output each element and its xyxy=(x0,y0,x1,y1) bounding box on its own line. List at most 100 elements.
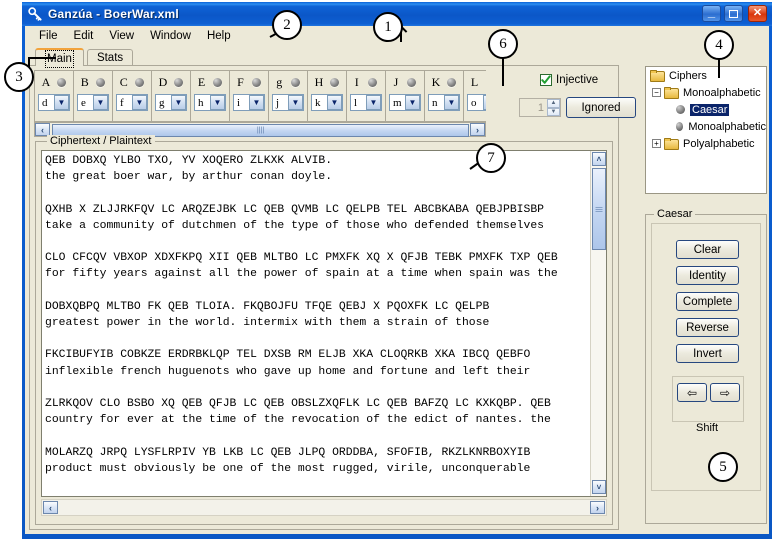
callout-number-4: 4 xyxy=(704,30,734,60)
alphabet-header-I: I xyxy=(347,71,385,93)
alphabet-select-H[interactable]: k ▼ xyxy=(311,94,343,111)
alphabet-select-B[interactable]: e ▼ xyxy=(77,94,109,111)
chevron-down-icon[interactable]: ▼ xyxy=(171,95,186,110)
alphabet-select-C[interactable]: f ▼ xyxy=(116,94,148,111)
shift-left-button[interactable]: ⇦ xyxy=(677,383,707,402)
tree-node-monoalphabetic-folder[interactable]: − Monoalphabetic xyxy=(646,84,766,101)
checkmark-icon xyxy=(541,75,551,84)
injective-option[interactable]: Injective xyxy=(540,74,598,86)
alphabet-letter: I xyxy=(354,74,359,89)
menu-item-view[interactable]: View xyxy=(101,28,142,44)
alphabet-header-F: F xyxy=(230,71,268,93)
ignored-count-stepper[interactable]: 1 ▲ ▼ xyxy=(519,98,561,117)
alphabet-select-value: e xyxy=(81,96,86,109)
chevron-down-icon[interactable]: ▼ xyxy=(327,95,342,110)
alphabet-select-J[interactable]: m ▼ xyxy=(389,94,421,111)
alphabet-header-D: D xyxy=(152,71,190,93)
status-strip xyxy=(28,528,772,532)
menu-item-edit[interactable]: Edit xyxy=(66,28,102,44)
ciphertext-content: QEB DOBXQ YLBO TXO, YV XOQERO ZLKXK ALVI… xyxy=(45,155,558,475)
identity-button[interactable]: Identity xyxy=(676,266,739,285)
minimize-button[interactable]: _ xyxy=(702,5,721,22)
clear-button[interactable]: Clear xyxy=(676,240,739,259)
alphabet-select-K[interactable]: n ▼ xyxy=(428,94,460,111)
ciphertext-textarea[interactable]: QEB DOBXQ YLBO TXO, YV XOQERO ZLKXK ALVI… xyxy=(41,150,607,497)
text-scroll-left-button[interactable]: ‹ xyxy=(43,501,58,514)
stepper-up-icon[interactable]: ▲ xyxy=(547,99,560,108)
tree-node-caesar[interactable]: Caesar xyxy=(646,101,766,118)
alphabet-select-A[interactable]: d ▼ xyxy=(38,94,70,111)
vertical-scroll-thumb[interactable]: ||| xyxy=(592,168,606,250)
complete-button[interactable]: Complete xyxy=(676,292,739,311)
alphabet-letter: C xyxy=(119,74,128,89)
alphabet-select-D[interactable]: g ▼ xyxy=(155,94,187,111)
alphabet-letter: J xyxy=(393,74,399,89)
menu-item-help[interactable]: Help xyxy=(199,28,239,44)
invert-button[interactable]: Invert xyxy=(676,344,739,363)
alphabet-letter: K xyxy=(431,74,441,89)
chevron-down-icon[interactable]: ▼ xyxy=(210,95,225,110)
ignored-count-value: 1 xyxy=(537,101,544,114)
alphabet-header-J: J xyxy=(386,71,424,93)
tab-stats[interactable]: Stats xyxy=(86,49,134,66)
collapse-expander-icon[interactable]: − xyxy=(652,88,661,97)
expand-expander-icon[interactable]: + xyxy=(652,139,661,148)
injective-checkbox[interactable] xyxy=(540,74,552,86)
chevron-down-icon[interactable]: ▼ xyxy=(132,95,147,110)
alphabet-column-J: Jm ▼ xyxy=(385,70,425,122)
chevron-down-icon[interactable]: ▼ xyxy=(54,95,69,110)
left-pane: Main Stats Ad ▼ Be ▼ Cf ▼ Dg ▼ Eh ▼ Fi ▼ g j ▼ Hk ▼ Il ▼ Jm… xyxy=(29,48,636,530)
close-button[interactable]: ✕ xyxy=(748,5,767,22)
cipher-tree[interactable]: Ciphers − Monoalphabetic Caesar Monoalph… xyxy=(645,66,767,194)
chevron-down-icon[interactable]: ▼ xyxy=(366,95,381,110)
ciphertext-group: Ciphertext / Plaintext QEB DOBXQ YLBO TX… xyxy=(35,135,613,525)
chevron-down-icon[interactable]: ▼ xyxy=(93,95,108,110)
menu-item-file[interactable]: File xyxy=(31,28,66,44)
window-title: Ganzúa - BoerWar.xml xyxy=(48,7,179,21)
alphabet-select-E[interactable]: h ▼ xyxy=(194,94,226,111)
ignored-button[interactable]: Ignored xyxy=(566,97,636,118)
tree-node-polyalphabetic[interactable]: + Polyalphabetic xyxy=(646,135,766,152)
chevron-down-icon[interactable]: ▼ xyxy=(483,95,486,110)
shift-right-button[interactable]: ⇨ xyxy=(710,383,740,402)
tree-node-ciphers[interactable]: Ciphers xyxy=(646,67,766,84)
stepper-down-icon[interactable]: ▼ xyxy=(547,107,560,116)
scroll-up-button[interactable]: ˄ xyxy=(592,152,606,166)
alphabet-select-F[interactable]: i ▼ xyxy=(233,94,265,111)
caesar-buttons-container: Clear Identity Complete Reverse Invert ⇦… xyxy=(651,223,761,491)
scroll-down-button[interactable]: ˅ xyxy=(592,480,606,494)
tree-label-monoalphabetic: Monoalphabetic xyxy=(688,120,766,133)
alphabet-select-g[interactable]: j ▼ xyxy=(272,94,304,111)
alphabet-select-L[interactable]: o▼ xyxy=(467,94,486,111)
ciphertext-group-legend: Ciphertext / Plaintext xyxy=(47,135,155,147)
app-icon xyxy=(27,6,43,22)
alphabet-select-value: k xyxy=(315,96,321,109)
maximize-button[interactable] xyxy=(724,5,743,22)
tree-node-monoalphabetic[interactable]: Monoalphabetic xyxy=(646,118,766,135)
stepper-buttons[interactable]: ▲ ▼ xyxy=(547,99,560,116)
menu-item-window[interactable]: Window xyxy=(142,28,199,44)
text-vertical-scrollbar[interactable]: ˄ ||| ˅ xyxy=(590,151,606,496)
chevron-down-icon[interactable]: ▼ xyxy=(288,95,303,110)
chevron-down-icon[interactable]: ▼ xyxy=(444,95,459,110)
frequency-orb-icon xyxy=(135,77,145,87)
frequency-orb-icon xyxy=(57,77,67,87)
chevron-down-icon[interactable]: ▼ xyxy=(249,95,264,110)
application-window: Ganzúa - BoerWar.xml _ ✕ File Edit View … xyxy=(22,2,772,539)
alphabet-column-H: Hk ▼ xyxy=(307,70,347,122)
text-horizontal-scrollbar[interactable]: ‹ › xyxy=(41,499,607,516)
reverse-button[interactable]: Reverse xyxy=(676,318,739,337)
chevron-down-icon[interactable]: ▼ xyxy=(405,95,420,110)
text-scroll-right-button[interactable]: › xyxy=(590,501,605,514)
caesar-panel: Caesar Clear Identity Complete Reverse I… xyxy=(645,208,767,524)
folder-icon xyxy=(650,69,665,82)
alphabet-header-A: A xyxy=(35,71,73,93)
alphabet-header-B: B xyxy=(74,71,112,93)
alphabet-select-I[interactable]: l ▼ xyxy=(350,94,382,111)
alphabet-mapping-area: Ad▼Be▼Cf▼Dg▼Eh▼Fi▼gj▼Hk▼Il▼Jm▼Kn▼Lo▼ xyxy=(34,70,486,122)
alphabet-letter: F xyxy=(237,74,244,89)
alphabet-column-B: Be ▼ xyxy=(73,70,113,122)
alphabet-scroll-right-button[interactable]: › xyxy=(470,123,485,136)
frequency-orb-icon xyxy=(251,77,261,87)
alphabet-column-I: Il ▼ xyxy=(346,70,386,122)
